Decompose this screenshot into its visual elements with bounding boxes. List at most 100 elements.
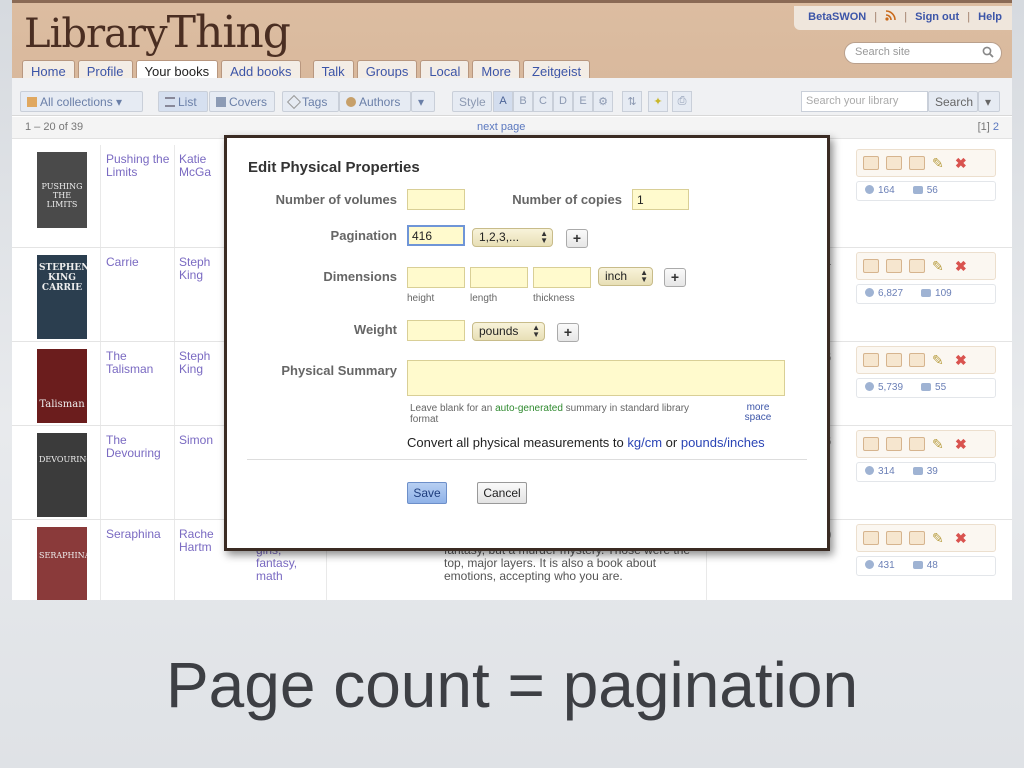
- delete-icon[interactable]: ✖: [955, 353, 971, 367]
- book-title[interactable]: Seraphina: [106, 528, 172, 541]
- help-link[interactable]: Help: [978, 11, 1002, 23]
- book-author[interactable]: Katie McGa: [179, 153, 219, 179]
- collection-icon[interactable]: [909, 353, 925, 367]
- style-a-button[interactable]: A: [493, 91, 513, 112]
- folder-icon: [27, 97, 37, 107]
- collection-icon[interactable]: [909, 156, 925, 170]
- next-page-link[interactable]: next page: [477, 121, 525, 133]
- search-icon[interactable]: [982, 46, 994, 58]
- book-title[interactable]: Pushing the Limits: [106, 153, 172, 179]
- reviews-count[interactable]: 109: [935, 288, 952, 299]
- reviews-icon: [912, 561, 923, 569]
- thickness-field[interactable]: [533, 267, 591, 288]
- members-count[interactable]: 431: [878, 560, 895, 571]
- edit-icon[interactable]: ✎: [932, 259, 948, 273]
- book-cover[interactable]: PUSHING THE LIMITS: [37, 152, 87, 228]
- book-title[interactable]: The Talisman: [106, 350, 172, 376]
- book-icon[interactable]: [863, 531, 879, 545]
- edit-icon[interactable]: ✎: [932, 531, 948, 545]
- view-more-dropdown[interactable]: ▾: [411, 91, 435, 112]
- collection-icon[interactable]: [909, 531, 925, 545]
- edit-icon[interactable]: ✎: [932, 437, 948, 451]
- more-space-link[interactable]: more space: [740, 403, 776, 423]
- open-book-icon[interactable]: [886, 437, 902, 451]
- site-search-input[interactable]: Search site: [844, 42, 1002, 64]
- dimension-unit-select[interactable]: inch ▲ ▼: [598, 267, 653, 286]
- delete-icon[interactable]: ✖: [955, 156, 971, 170]
- delete-icon[interactable]: ✖: [955, 259, 971, 273]
- add-pagination-button[interactable]: +: [566, 229, 588, 248]
- book-author[interactable]: Rache Hartm: [179, 528, 219, 554]
- delete-icon[interactable]: ✖: [955, 531, 971, 545]
- style-c-button[interactable]: C: [533, 91, 553, 112]
- add-weight-button[interactable]: +: [557, 323, 579, 342]
- reviews-count[interactable]: 55: [935, 382, 946, 393]
- book-author[interactable]: Steph King: [179, 256, 219, 282]
- style-b-button[interactable]: B: [513, 91, 533, 112]
- style-e-button[interactable]: E: [573, 91, 593, 112]
- book-cover[interactable]: SERAPHINA: [37, 527, 87, 600]
- book-icon[interactable]: [863, 156, 879, 170]
- reviews-count[interactable]: 56: [927, 185, 938, 196]
- search-options-dropdown[interactable]: ▾: [978, 91, 1000, 112]
- physical-summary-textarea[interactable]: [407, 360, 785, 396]
- open-book-icon[interactable]: [886, 156, 902, 170]
- height-field[interactable]: [407, 267, 465, 288]
- collection-icon[interactable]: [909, 259, 925, 273]
- select-icon[interactable]: ✦: [648, 91, 668, 112]
- book-cover[interactable]: Talisman: [37, 349, 87, 423]
- rss-icon[interactable]: [885, 10, 896, 21]
- open-book-icon[interactable]: [886, 353, 902, 367]
- book-title[interactable]: Carrie: [106, 256, 172, 269]
- book-icon[interactable]: [863, 353, 879, 367]
- convert-kg-cm-link[interactable]: kg/cm: [627, 435, 662, 450]
- page-2-link[interactable]: 2: [993, 121, 999, 133]
- librarything-logo[interactable]: LibraryThing: [24, 7, 291, 58]
- book-title[interactable]: The Devouring: [106, 434, 172, 460]
- add-dimensions-button[interactable]: +: [664, 268, 686, 287]
- reviews-count[interactable]: 48: [927, 560, 938, 571]
- convert-pounds-inches-link[interactable]: pounds/inches: [681, 435, 765, 450]
- volumes-field[interactable]: [407, 189, 465, 210]
- book-cover[interactable]: DEVOURING: [37, 433, 87, 517]
- book-author[interactable]: Simon: [179, 434, 219, 447]
- edit-icon[interactable]: ✎: [932, 353, 948, 367]
- reviews-count[interactable]: 39: [927, 466, 938, 477]
- copies-field[interactable]: 1: [632, 189, 689, 210]
- view-tags-button[interactable]: Tags: [282, 91, 339, 112]
- members-count[interactable]: 6,827: [878, 288, 903, 299]
- collection-icon[interactable]: [909, 437, 925, 451]
- print-icon[interactable]: ⎙: [672, 91, 692, 112]
- style-settings-icon[interactable]: ⚙: [593, 91, 613, 112]
- length-field[interactable]: [470, 267, 528, 288]
- members-count[interactable]: 5,739: [878, 382, 903, 393]
- cover-text: DEVOURING: [39, 455, 87, 464]
- members-count[interactable]: 164: [878, 185, 895, 196]
- book-cover[interactable]: STEPHEN KING CARRIE: [37, 255, 87, 339]
- style-d-button[interactable]: D: [553, 91, 573, 112]
- sign-out-link[interactable]: Sign out: [915, 11, 959, 23]
- book-icon[interactable]: [863, 259, 879, 273]
- cancel-button[interactable]: Cancel: [477, 482, 527, 504]
- library-search-input[interactable]: Search your library: [801, 91, 928, 112]
- sort-icon[interactable]: ⇅: [622, 91, 642, 112]
- collections-dropdown[interactable]: All collections ▾: [20, 91, 143, 112]
- username-link[interactable]: BetaSWON: [808, 11, 866, 23]
- pagination-format-select[interactable]: 1,2,3,... ▲ ▼: [472, 228, 553, 247]
- open-book-icon[interactable]: [886, 531, 902, 545]
- book-author[interactable]: Steph King: [179, 350, 219, 376]
- delete-icon[interactable]: ✖: [955, 437, 971, 451]
- open-book-icon[interactable]: [886, 259, 902, 273]
- view-list-button[interactable]: List: [158, 91, 208, 112]
- weight-unit-select[interactable]: pounds ▲ ▼: [472, 322, 545, 341]
- pagination-field[interactable]: 416: [407, 225, 465, 246]
- library-search-button[interactable]: Search: [928, 91, 978, 112]
- save-button[interactable]: Save: [407, 482, 447, 504]
- members-count[interactable]: 314: [878, 466, 895, 477]
- view-covers-button[interactable]: Covers: [209, 91, 275, 112]
- edit-icon[interactable]: ✎: [932, 156, 948, 170]
- view-authors-button[interactable]: Authors: [339, 91, 411, 112]
- book-actions: ✎ ✖ 431 48: [856, 524, 996, 578]
- book-icon[interactable]: [863, 437, 879, 451]
- weight-field[interactable]: [407, 320, 465, 341]
